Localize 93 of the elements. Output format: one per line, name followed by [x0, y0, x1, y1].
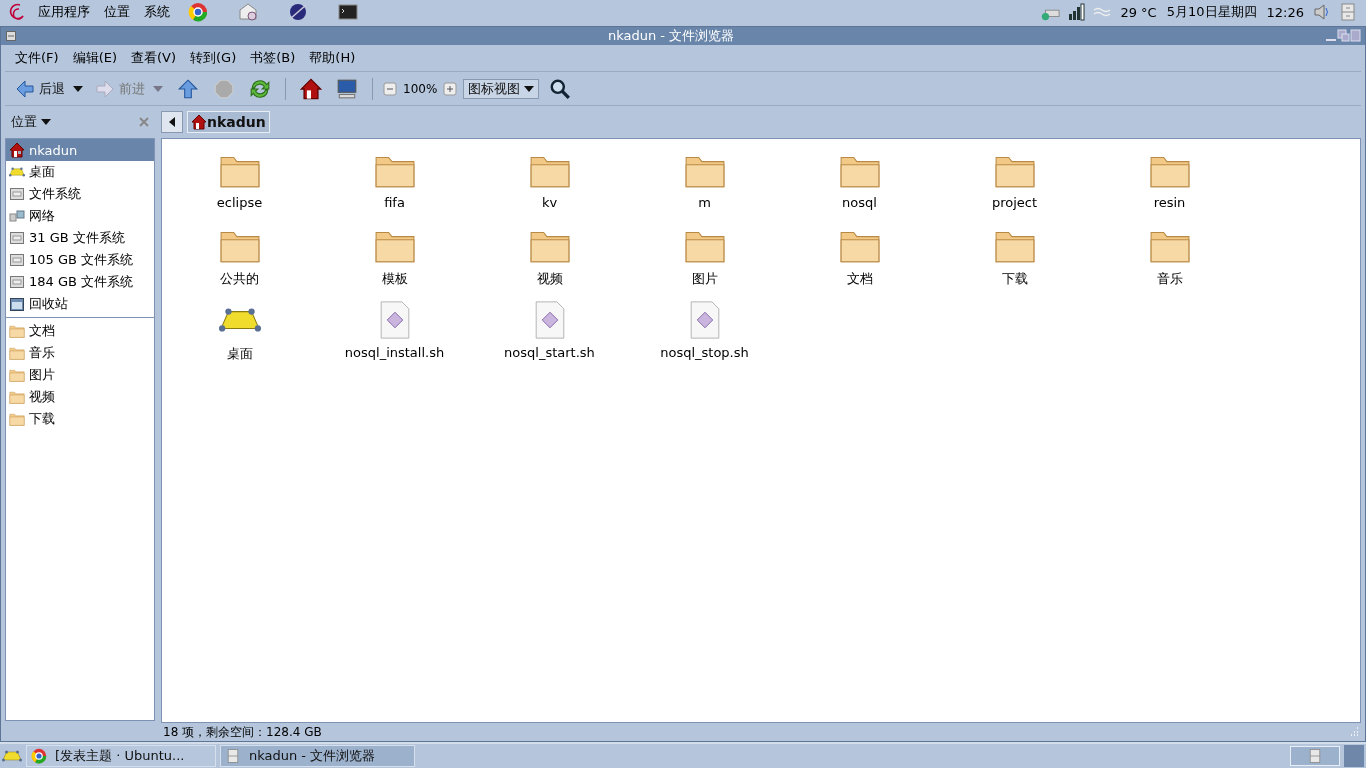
file-name[interactable]: nosql [842, 195, 877, 210]
file-name[interactable]: 桌面 [226, 345, 253, 363]
sidebar-item[interactable]: 下载 [6, 408, 154, 430]
menu-item[interactable]: 编辑(E) [68, 47, 121, 69]
browser-icon[interactable] [188, 2, 208, 22]
window-controls-icon[interactable] [1325, 29, 1361, 43]
home-icon [191, 114, 207, 130]
dropdown-arrow-icon[interactable] [73, 85, 83, 92]
panel-menu[interactable]: 系统 [144, 3, 170, 21]
file-name[interactable]: kv [541, 195, 558, 210]
drive-icon [9, 252, 25, 268]
file-name[interactable]: 下载 [1001, 270, 1028, 288]
forward-arrow-icon [95, 78, 115, 99]
file-name[interactable]: 公共的 [220, 270, 259, 288]
file-name[interactable]: fifa [384, 195, 405, 210]
file-name[interactable]: 模板 [381, 270, 408, 288]
panel-menu[interactable]: 应用程序 [38, 3, 90, 21]
file-name[interactable]: nosql_install.sh [344, 345, 445, 360]
window-menu-icon[interactable] [5, 30, 17, 42]
zoom-out-icon[interactable] [383, 81, 397, 96]
cabinet-icon [225, 748, 241, 764]
menu-item[interactable]: 帮助(H) [305, 47, 360, 69]
drive-icon [9, 186, 25, 202]
drive-icon [9, 274, 25, 290]
temperature-text[interactable]: 29 °C [1120, 4, 1157, 20]
file-name[interactable]: m [698, 195, 711, 210]
sidebar-item[interactable]: 184 GB 文件系统 [6, 271, 154, 293]
path-crumb[interactable]: nkadun [187, 111, 270, 133]
file-name[interactable]: 图片 [691, 270, 718, 288]
status-text: 18 项，剩余空间：128.4 GB [163, 723, 322, 741]
date-text[interactable]: 5月10日星期四 [1166, 3, 1257, 21]
search-icon[interactable] [549, 77, 572, 100]
sidebar-item[interactable]: 音乐 [6, 342, 154, 364]
folder-icon [9, 345, 25, 361]
menu-item[interactable]: 文件(F) [11, 47, 63, 69]
dropdown-arrow-icon [41, 119, 51, 125]
globe-icon[interactable] [288, 2, 308, 22]
sidebar-item[interactable]: 回收站 [6, 293, 154, 315]
view-dropdown[interactable]: 图标视图 [463, 78, 540, 99]
menu-item[interactable]: 书签(B) [246, 47, 300, 69]
resize-grip-icon[interactable] [1349, 727, 1359, 737]
menu-item[interactable]: 转到(G) [186, 47, 241, 69]
taskbar-button[interactable]: nkadun - 文件浏览器 [220, 745, 415, 767]
sidebar-item[interactable]: 视频 [6, 386, 154, 408]
zoom-in-icon[interactable] [443, 81, 458, 96]
file-name[interactable]: 音乐 [1156, 270, 1183, 288]
refresh-icon[interactable] [249, 77, 271, 100]
file-name[interactable]: 文档 [846, 270, 873, 288]
sidebar-item[interactable]: 31 GB 文件系统 [6, 227, 154, 249]
up-arrow-icon[interactable] [177, 77, 199, 100]
path-back-button[interactable] [161, 111, 183, 133]
close-icon[interactable] [139, 117, 149, 127]
network-icon [9, 208, 25, 224]
left-arrow-icon [169, 117, 175, 127]
sidebar-item[interactable]: 桌面 [6, 161, 154, 183]
file-name[interactable]: resin [1153, 195, 1186, 210]
sidebar-selector[interactable]: 位置 [11, 113, 51, 131]
file-name[interactable]: nosql_start.sh [504, 345, 595, 360]
trash-icon [9, 296, 25, 312]
back-arrow-icon [15, 78, 35, 99]
folder-icon [9, 389, 25, 405]
workspace-tile[interactable] [1344, 745, 1364, 767]
window-title: nkadun - 文件浏览器 [606, 27, 736, 45]
sidebar-item[interactable]: 网络 [6, 205, 154, 227]
home-icon[interactable] [300, 77, 322, 100]
file-name[interactable]: 视频 [536, 270, 563, 288]
taskbar-button[interactable]: [发表主题 · Ubuntu... [26, 745, 216, 767]
cabinet-icon [1307, 748, 1323, 764]
folder-icon [9, 411, 25, 427]
sidebar-item[interactable]: 文件系统 [6, 183, 154, 205]
clock-text[interactable]: 12:26 [1266, 4, 1304, 20]
sidebar-item[interactable]: nkadun [6, 139, 154, 161]
file-name[interactable]: project [991, 195, 1038, 210]
home-icon [9, 142, 25, 158]
file-name[interactable]: nosql_stop.sh [660, 345, 749, 360]
file-name[interactable]: eclipse [216, 195, 263, 210]
folder-icon [9, 367, 25, 383]
dropdown-arrow-icon [524, 85, 535, 92]
back-button[interactable]: 后退 [13, 76, 67, 101]
signal-icon[interactable] [1066, 2, 1087, 22]
sidebar-item[interactable]: 图片 [6, 364, 154, 386]
zoom-level: 100% [403, 81, 438, 96]
workspace-switcher[interactable] [1290, 746, 1340, 766]
sidebar-item[interactable]: 文档 [6, 320, 154, 342]
computer-icon[interactable] [336, 77, 358, 100]
menu-item[interactable]: 查看(V) [127, 47, 181, 69]
drive-icon [9, 230, 25, 246]
folder-icon [9, 323, 25, 339]
cabinet-icon[interactable] [1338, 2, 1358, 22]
panel-menu[interactable]: 位置 [104, 3, 130, 21]
terminal-icon[interactable] [338, 2, 358, 22]
sidebar-item[interactable]: 105 GB 文件系统 [6, 249, 154, 271]
browser-icon [31, 748, 47, 764]
